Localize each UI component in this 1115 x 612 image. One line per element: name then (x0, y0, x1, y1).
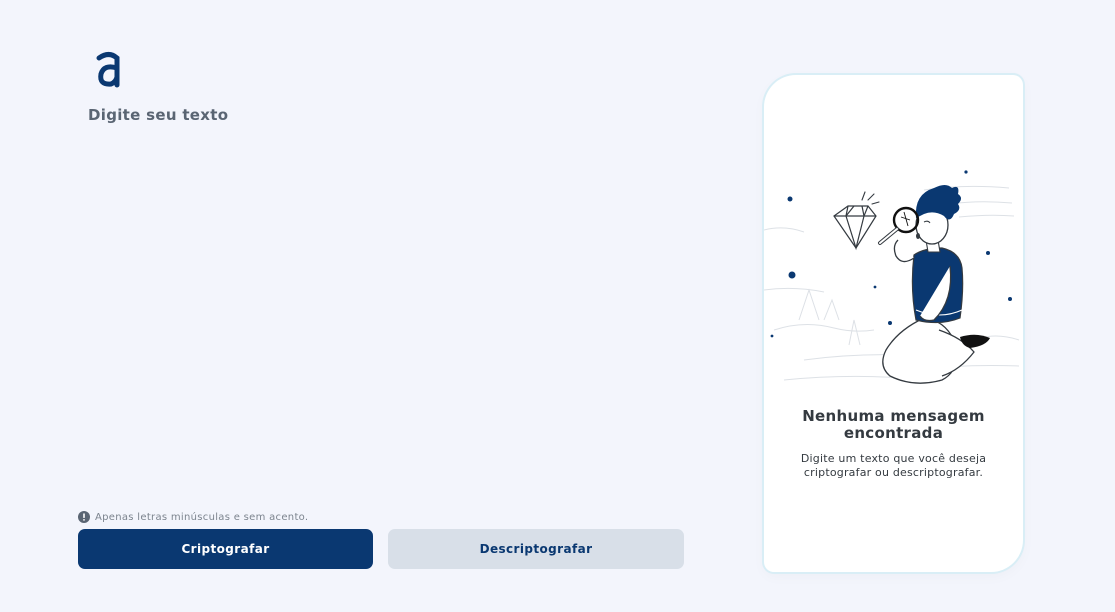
info-circle-icon (78, 511, 90, 523)
decrypt-button[interactable]: Descriptografar (388, 529, 684, 569)
hint-text: Apenas letras minúsculas e sem acento. (95, 511, 309, 523)
alura-logo-icon (96, 52, 120, 88)
empty-state-message: Digite um texto que você deseja criptogr… (800, 452, 987, 479)
person-with-magnifier-illustration (764, 170, 1020, 384)
encrypt-button[interactable]: Criptografar (78, 529, 373, 569)
empty-state-title: Nenhuma mensagem encontrada (802, 407, 985, 442)
hint-message: Apenas letras minúsculas e sem acento. (78, 511, 308, 523)
text-input[interactable] (88, 104, 678, 494)
output-panel: Nenhuma mensagem encontrada Digite um te… (764, 75, 1023, 572)
